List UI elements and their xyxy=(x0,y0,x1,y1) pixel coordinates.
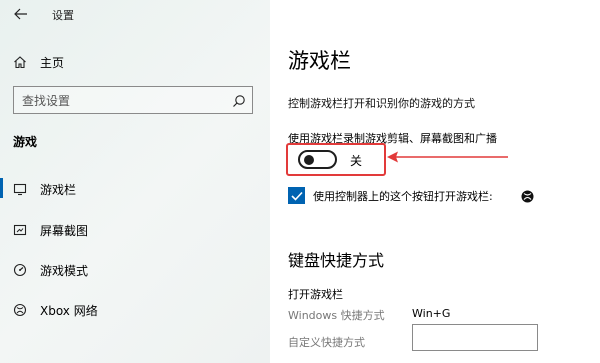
search-icon[interactable] xyxy=(232,93,246,112)
toggle-knob xyxy=(304,155,314,165)
main-content: 游戏栏 控制游戏栏打开和识别你的游戏的方式 使用游戏栏录制游戏剪辑、屏幕截图和广… xyxy=(270,0,600,363)
controller-checkbox[interactable] xyxy=(288,187,305,204)
checkmark-icon xyxy=(290,191,303,201)
keyboard-shortcuts-subtitle: 打开游戏栏 xyxy=(288,288,343,301)
section-title: 游戏 xyxy=(13,135,38,149)
sidebar-item-label: 游戏栏 xyxy=(40,183,77,197)
search-box[interactable] xyxy=(13,86,253,114)
sidebar-item-label: 主页 xyxy=(40,56,65,70)
controller-setting-label: 使用控制器上的这个按钮打开游戏栏: xyxy=(313,190,493,203)
keyboard-shortcuts-title: 键盘快捷方式 xyxy=(288,251,385,270)
custom-shortcut-label: 自定义快捷方式 xyxy=(288,336,365,349)
record-toggle-row: 关 xyxy=(286,143,386,176)
annotation-arrow-icon xyxy=(387,151,508,163)
home-icon xyxy=(13,54,27,73)
search-input[interactable] xyxy=(22,92,222,109)
back-button[interactable] xyxy=(8,3,34,25)
windows-shortcut-label: Windows 快捷方式 xyxy=(288,309,385,322)
title-bar: 设置 xyxy=(0,0,270,30)
page-description: 控制游戏栏打开和识别你的游戏的方式 xyxy=(288,97,475,110)
sidebar-item-xbox[interactable]: Xbox 网络 xyxy=(0,296,270,322)
sidebar-item-label: 游戏模式 xyxy=(40,264,89,278)
app-title: 设置 xyxy=(52,9,74,22)
page-title: 游戏栏 xyxy=(288,49,351,73)
xbox-logo-icon xyxy=(521,188,534,207)
gamemode-icon xyxy=(13,262,27,281)
sidebar-item-captures[interactable]: 屏幕截图 xyxy=(0,216,270,242)
sidebar-item-gamebar[interactable]: 游戏栏 xyxy=(0,175,270,201)
back-arrow-icon xyxy=(14,8,27,20)
gamebar-icon xyxy=(13,181,27,200)
controller-setting-row: 使用控制器上的这个按钮打开游戏栏: xyxy=(288,186,598,206)
custom-shortcut-input[interactable] xyxy=(412,324,538,351)
sidebar-item-home[interactable]: 主页 xyxy=(0,48,270,74)
windows-shortcut-value: Win+G xyxy=(412,307,451,320)
record-toggle[interactable] xyxy=(298,150,337,169)
sidebar-item-label: Xbox 网络 xyxy=(40,304,98,318)
selection-indicator xyxy=(0,178,3,198)
toggle-state-text: 关 xyxy=(350,154,363,168)
sidebar-item-label: 屏幕截图 xyxy=(40,224,89,238)
sidebar: 设置 主页 游戏 游戏栏 xyxy=(0,0,270,363)
captures-icon xyxy=(13,222,27,241)
xbox-icon xyxy=(13,302,27,321)
sidebar-item-gamemode[interactable]: 游戏模式 xyxy=(0,256,270,282)
